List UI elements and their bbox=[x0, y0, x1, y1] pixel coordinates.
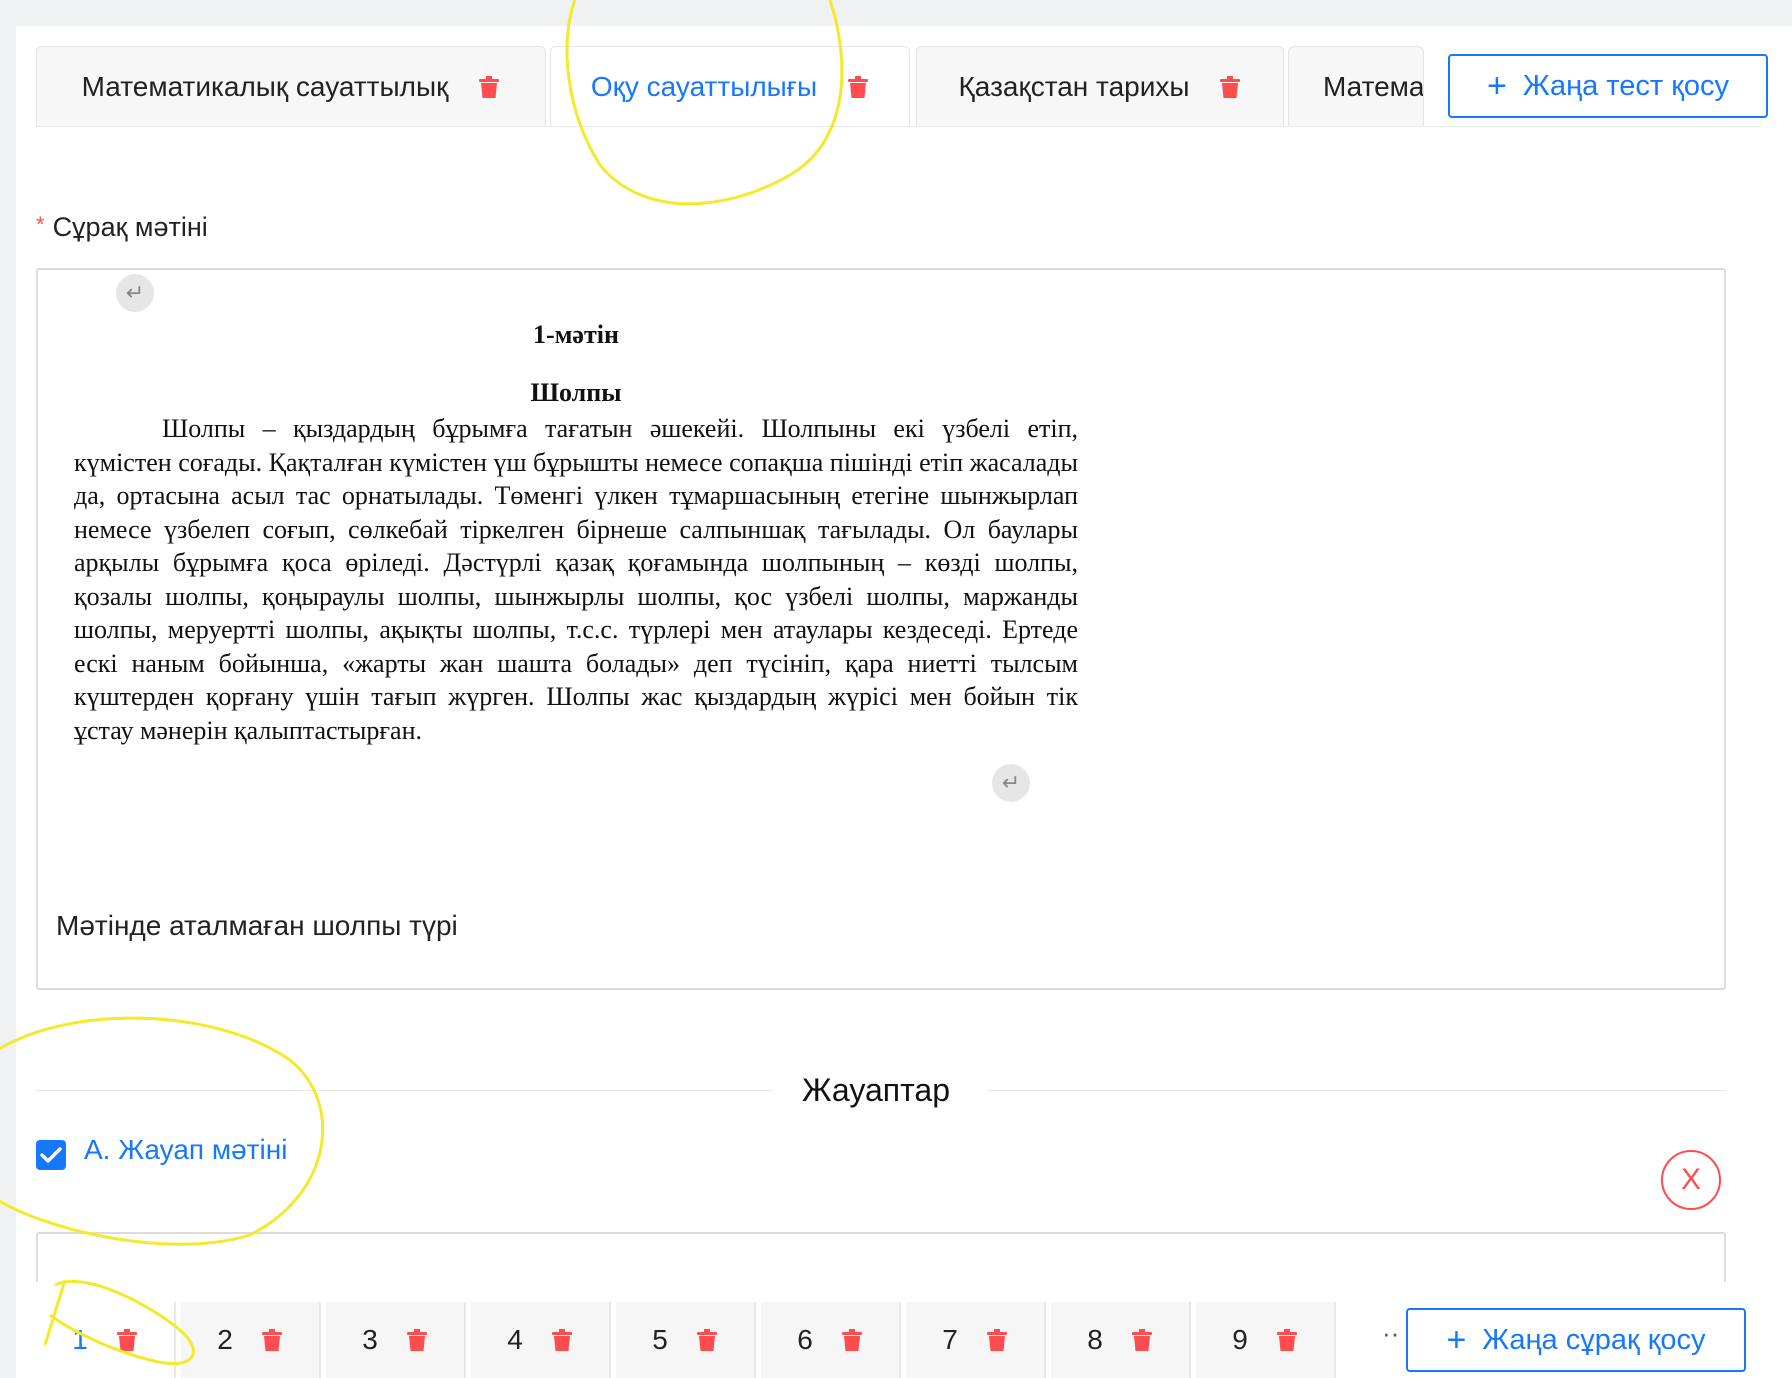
trash-icon[interactable] bbox=[406, 1328, 428, 1352]
question-field-label: * Сұрақ мәтіні bbox=[36, 212, 208, 243]
question-editor[interactable]: ↵ 1-мәтін Шолпы Шолпы – қыздардың бұрымғ… bbox=[36, 268, 1726, 990]
document-title: 1-мәтін bbox=[533, 320, 619, 349]
trash-icon[interactable] bbox=[847, 75, 869, 99]
trash-icon[interactable] bbox=[986, 1328, 1008, 1352]
question-tabs-overflow[interactable]: ·· bbox=[1382, 1318, 1399, 1349]
test-tabs: Математикалық сауаттылық Оқу сауаттылығы… bbox=[16, 26, 1792, 127]
plus-icon: + bbox=[1486, 67, 1507, 105]
section-divider-right bbox=[988, 1090, 1726, 1091]
question-tab-number: 9 bbox=[1232, 1324, 1248, 1355]
add-test-label: Жаңа тест қосу bbox=[1522, 69, 1730, 102]
trash-icon[interactable] bbox=[261, 1328, 283, 1352]
question-tab-9[interactable]: 9 bbox=[1196, 1302, 1336, 1378]
question-tab-number: 7 bbox=[942, 1324, 958, 1355]
question-field-label-text: Сұрақ мәтіні bbox=[52, 212, 208, 242]
close-icon: X bbox=[1680, 1163, 1701, 1196]
question-tab-1[interactable]: 1 bbox=[36, 1302, 176, 1378]
trash-icon[interactable] bbox=[478, 75, 500, 99]
question-tab-number: 2 bbox=[217, 1324, 233, 1355]
question-tab-number: 6 bbox=[797, 1324, 813, 1355]
trash-icon[interactable] bbox=[1131, 1328, 1153, 1352]
question-tab-4[interactable]: 4 bbox=[471, 1302, 611, 1378]
add-test-button[interactable]: + Жаңа тест қосу bbox=[1448, 54, 1768, 118]
tab-label: Математикалық сауаттылық bbox=[81, 70, 449, 102]
tab-test-1[interactable]: Математикалық сауаттылық bbox=[36, 46, 546, 126]
question-tab-2[interactable]: 2 bbox=[181, 1302, 321, 1378]
question-tab-6[interactable]: 6 bbox=[761, 1302, 901, 1378]
remove-answer-button[interactable]: X bbox=[1661, 1150, 1721, 1210]
tab-label: Матема bbox=[1323, 70, 1424, 102]
question-tabs: 1 2 3 4 5 6 7 8 9 ·· + Жаңа сұрақ қосу bbox=[16, 1298, 1792, 1378]
section-divider-left bbox=[36, 1090, 772, 1091]
question-tab-8[interactable]: 8 bbox=[1051, 1302, 1191, 1378]
question-tab-number: 5 bbox=[652, 1324, 668, 1355]
return-icon: ↵ bbox=[116, 274, 154, 312]
return-icon: ↵ bbox=[992, 764, 1030, 802]
checkmark-icon bbox=[40, 1147, 62, 1163]
add-question-button[interactable]: + Жаңа сұрақ қосу bbox=[1406, 1308, 1746, 1372]
trash-icon[interactable] bbox=[116, 1328, 138, 1352]
add-question-label: Жаңа сұрақ қосу bbox=[1482, 1323, 1706, 1356]
question-tab-3[interactable]: 3 bbox=[326, 1302, 466, 1378]
required-mark: * bbox=[36, 212, 45, 237]
answers-title: Жауаптар bbox=[802, 1072, 950, 1108]
document-subtitle: Шолпы bbox=[530, 378, 622, 407]
document-body: Шолпы – қыздардың бұрымға тағатын әшекей… bbox=[74, 414, 1078, 745]
tab-label: Қазақстан тарихы bbox=[958, 70, 1190, 102]
question-tab-number: 4 bbox=[507, 1324, 523, 1355]
question-tab-number: 1 bbox=[72, 1324, 88, 1355]
trash-icon[interactable] bbox=[1276, 1328, 1298, 1352]
question-tab-number: 8 bbox=[1087, 1324, 1103, 1355]
trash-icon[interactable] bbox=[1219, 75, 1241, 99]
tab-test-2[interactable]: Оқу сауаттылығы bbox=[550, 46, 910, 126]
plus-icon: + bbox=[1446, 1321, 1467, 1359]
trash-icon[interactable] bbox=[696, 1328, 718, 1352]
question-tab-7[interactable]: 7 bbox=[906, 1302, 1046, 1378]
editor-panel: Математикалық сауаттылық Оқу сауаттылығы… bbox=[16, 26, 1792, 1378]
answer-correct-checkbox[interactable] bbox=[36, 1140, 66, 1170]
tab-test-4[interactable]: Матема bbox=[1288, 46, 1424, 126]
question-tab-number: 3 bbox=[362, 1324, 378, 1355]
tab-label: Оқу сауаттылығы bbox=[590, 70, 818, 102]
tab-test-3[interactable]: Қазақстан тарихы bbox=[916, 46, 1284, 126]
question-text: Мәтінде аталмаған шолпы түрі bbox=[56, 910, 458, 941]
trash-icon[interactable] bbox=[841, 1328, 863, 1352]
question-tab-5[interactable]: 5 bbox=[616, 1302, 756, 1378]
trash-icon[interactable] bbox=[551, 1328, 573, 1352]
answer-label[interactable]: А. Жауап мәтіні bbox=[84, 1134, 287, 1166]
answer-text-input[interactable] bbox=[36, 1232, 1726, 1282]
tabs-divider bbox=[36, 126, 1762, 127]
